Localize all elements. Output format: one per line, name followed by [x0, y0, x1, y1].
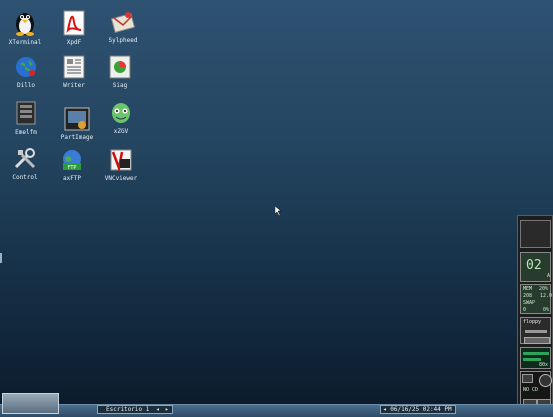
mem-used: 208 — [523, 293, 533, 299]
icon-label: XpdF — [66, 39, 82, 46]
dock-clock-small: A — [547, 273, 551, 279]
dock-blank-display — [520, 220, 551, 248]
dock-clock-value: 02 — [526, 258, 542, 273]
floppy-slot — [525, 330, 547, 333]
taskbar — [0, 404, 553, 417]
clock-text: 06/16/25 02:44 PM — [390, 406, 452, 413]
vnc-icon — [110, 149, 132, 172]
mem-total: 12.0 — [540, 293, 553, 299]
pdf-icon — [63, 10, 85, 36]
desktop-icon-partimage[interactable]: PartImage — [55, 107, 99, 141]
desktop-prev-button[interactable]: ◂ — [156, 406, 160, 413]
disk-label: 80x — [539, 362, 549, 368]
svg-text:FTP: FTP — [68, 165, 77, 171]
desktop-icon-sylpheed[interactable]: Sylpheed — [101, 10, 145, 44]
left-edge-handle[interactable] — [0, 253, 2, 263]
icon-label: Sylpheed — [108, 37, 138, 44]
desktop-icon-xzgv[interactable]: xZGV — [99, 101, 143, 135]
start-menu-button[interactable] — [2, 393, 59, 414]
tools-icon — [14, 148, 36, 169]
disk-bar — [523, 352, 549, 355]
tux-terminal-icon — [16, 13, 34, 36]
ftp-icon: FTP — [63, 150, 81, 171]
web-browser-icon — [16, 57, 36, 77]
dock-memory-monitor: MEM 20% 208 12.0 SWAP 0 0% — [520, 284, 553, 314]
desktop-name: Escritorio 1 — [106, 406, 150, 413]
desktop-icon-dillo[interactable]: Dillo — [4, 55, 48, 89]
swap-used: 0 — [523, 307, 527, 313]
cd-play-button[interactable] — [522, 374, 533, 383]
mem-value: 20% — [539, 286, 549, 292]
partition-icon — [64, 107, 90, 131]
icon-label: PartImage — [60, 134, 94, 141]
floppy-button[interactable] — [524, 337, 550, 344]
image-viewer-icon — [112, 103, 130, 123]
desktop-icon-axftp[interactable]: FTP axFTP — [50, 148, 94, 182]
desktop-icon-xpdf[interactable]: XpdF — [52, 10, 96, 46]
dockapp-panel: 02 A MEM 20% 208 12.0 SWAP 0 0% floppy 8… — [517, 215, 553, 414]
icon-label: axFTP — [62, 175, 82, 182]
icon-label: Emelfm — [15, 129, 37, 136]
dock-disk-monitor: 80x — [520, 347, 551, 369]
icon-label: Writer — [63, 82, 85, 89]
file-manager-icon — [16, 101, 36, 125]
desktop-icon-siag[interactable]: Siag — [98, 55, 142, 89]
disk-bar — [523, 358, 541, 361]
swap-free: 0% — [543, 307, 550, 313]
dock-clock-display: 02 A — [520, 252, 551, 282]
mail-icon — [111, 12, 135, 33]
taskbar-clock[interactable]: ◂ 06/16/25 02:44 PM — [380, 405, 456, 414]
icon-label: XTerminal — [8, 39, 42, 46]
cd-volume-knob[interactable] — [539, 374, 552, 387]
clock-arrow[interactable]: ◂ — [383, 406, 387, 413]
icon-label: Dillo — [16, 82, 36, 89]
mem-label: MEM — [523, 286, 533, 292]
mouse-pointer-icon — [275, 206, 282, 216]
dock-floppy-monitor[interactable]: floppy — [520, 317, 551, 344]
icon-label: VNCviewer — [104, 175, 138, 182]
spreadsheet-icon — [109, 55, 131, 79]
desktop-icon-vncviewer[interactable]: VNCviewer — [99, 148, 143, 182]
icon-label: Siag — [112, 82, 128, 89]
desktop-icon-emelfm[interactable]: Emelfm — [4, 100, 48, 136]
icon-label: Control — [12, 174, 38, 181]
cd-label: NO CD — [523, 387, 539, 393]
swap-label: SWAP — [523, 300, 536, 306]
desktop-switcher[interactable]: Escritorio 1 ◂ ▸ — [97, 405, 173, 414]
desktop-icon-control[interactable]: Control — [3, 147, 47, 181]
floppy-label: floppy — [523, 319, 542, 325]
icon-label: xZGV — [113, 128, 129, 135]
desktop-icon-xterminal[interactable]: XTerminal — [3, 9, 47, 46]
desktop-next-button[interactable]: ▸ — [165, 406, 169, 413]
desktop-icon-writer[interactable]: Writer — [52, 55, 96, 89]
document-icon — [63, 55, 85, 79]
